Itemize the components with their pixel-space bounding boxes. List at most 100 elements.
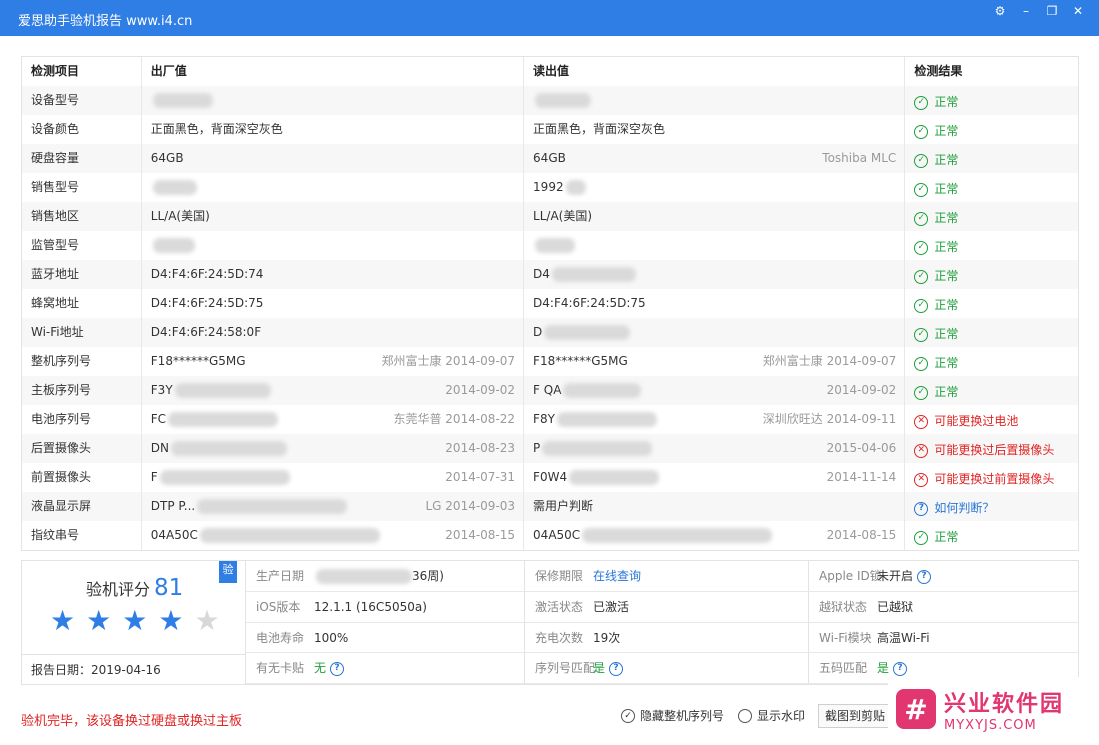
table-row: 设备型号 ✓ 正常 — [22, 86, 1078, 115]
summary-value: 12.1.1 (16C5050a) — [314, 599, 427, 614]
factory-note: 郑州富士康 2014-09-07 — [381, 354, 516, 368]
summary-cell: 激活状态 已激活 — [525, 591, 809, 623]
minimize-icon[interactable]: – — [1015, 2, 1037, 20]
row-result[interactable]: ? 如何判断？ — [905, 492, 1078, 521]
result-indicator: ✓ 正常 — [914, 233, 958, 260]
result-text: 正常 — [934, 124, 959, 138]
star-icon: ★ — [158, 604, 184, 637]
row-result: ✓ 正常 — [905, 144, 1078, 173]
table-row: 监管型号 ✓ 正常 — [22, 231, 1078, 260]
star-icon: ★ — [50, 604, 76, 637]
row-read-value: 正面黑色，背面深空灰色 — [524, 115, 906, 144]
row-item: 蜂窝地址 — [22, 289, 142, 318]
row-item: 硬盘容量 — [22, 144, 142, 173]
result-text[interactable]: 如何判断？ — [934, 494, 994, 521]
watermark-checkbox[interactable]: 显示水印 — [738, 707, 805, 724]
result-indicator: ✓ 正常 — [914, 349, 958, 376]
read-text: P — [533, 441, 541, 455]
result-indicator: ✓ 正常 — [914, 262, 958, 289]
row-factory-value: F 2014-07-31 — [142, 463, 525, 492]
redacted-mask — [171, 441, 287, 456]
redacted-mask — [535, 93, 592, 108]
factory-text: LL/A(美国) — [150, 209, 210, 223]
summary-cell: 有无卡贴无? — [246, 653, 525, 684]
result-text: 可能更换过后置摄像头 — [934, 443, 1055, 457]
result-indicator: ✓ 正常 — [914, 523, 958, 550]
help-icon[interactable]: ? — [917, 569, 932, 584]
hide-serial-checkbox[interactable]: ✓ 隐藏整机序列号 — [621, 707, 724, 724]
summary-key: 五码匹配 — [819, 661, 868, 676]
row-factory-value: D4:F4:6F:24:5D:74 — [142, 260, 525, 289]
score-value: 81 — [154, 575, 184, 601]
result-text: 正常 — [934, 269, 959, 283]
close-icon[interactable]: ✕ — [1067, 2, 1089, 20]
x-circle-icon: ✕ — [914, 414, 929, 429]
window-title: 爱思助手验机报告 www.i4.cn — [18, 14, 193, 29]
table-row: 销售型号 1992 ✓ 正常 — [22, 173, 1078, 202]
factory-text: 正面黑色，背面深空灰色 — [150, 122, 283, 136]
check-circle-icon: ✓ — [914, 153, 929, 168]
factory-text: 04A50C — [150, 528, 198, 542]
site-watermark: # 兴业软件园 MYXYJS.COM — [888, 677, 1094, 741]
site-watermark-en: MYXYJS.COM — [944, 717, 1037, 733]
hide-serial-check-icon[interactable]: ✓ — [621, 708, 635, 723]
read-text: 64GB — [533, 151, 566, 165]
check-circle-icon: ✓ — [914, 182, 929, 197]
row-factory-value — [142, 173, 525, 202]
table-row: 蓝牙地址 D4:F4:6F:24:5D:74 D4 ✓ 正常 — [22, 260, 1078, 289]
star-icon: ★ — [86, 604, 112, 637]
check-circle-icon: ✓ — [914, 95, 929, 110]
redacted-mask — [556, 412, 657, 427]
site-logo-icon: # — [896, 689, 936, 729]
help-icon[interactable]: ? — [893, 661, 908, 676]
hide-serial-label: 隐藏整机序列号 — [640, 709, 725, 723]
row-result: ✓ 正常 — [905, 289, 1078, 318]
question-circle-icon: ? — [914, 501, 929, 516]
summary-cell: 越狱状态 已越狱 — [809, 591, 1078, 623]
table-row: 液晶显示屏 DTP P... LG 2014-09-03 需用户判断? 如何判断？ — [22, 492, 1078, 521]
summary-key: Apple ID锁 — [819, 569, 882, 583]
summary-key: 越狱状态 — [819, 599, 868, 614]
header-item: 检测项目 — [22, 57, 142, 86]
factory-text: F3Y — [150, 383, 173, 397]
factory-text: F18******G5MG — [150, 354, 246, 368]
row-result: ✓ 正常 — [905, 260, 1078, 289]
table-body: 设备型号 ✓ 正常 设备颜色 正面黑色，背面深空灰色 正面黑色，背面深空灰色 ✓ 正常 硬盘容量… — [22, 86, 1078, 550]
row-result: ✓ 正常 — [905, 115, 1078, 144]
row-item: 销售型号 — [22, 173, 142, 202]
row-read-value: F8Y 深圳欣旺达 2014-09-11 — [524, 405, 906, 434]
watermark-label: 显示水印 — [757, 709, 806, 723]
help-icon[interactable]: ? — [330, 661, 345, 676]
row-read-value: D — [524, 318, 906, 347]
site-watermark-cn: 兴业软件园 — [944, 691, 1065, 717]
summary-value: 已激活 — [593, 599, 630, 614]
copy-screenshot-button[interactable]: 截图到剪贴 — [818, 704, 893, 728]
watermark-check-icon[interactable] — [738, 708, 752, 723]
read-text: F8Y — [533, 412, 555, 426]
row-read-value — [524, 86, 906, 115]
check-circle-icon: ✓ — [914, 298, 929, 313]
settings-icon[interactable]: ⚙ — [989, 2, 1011, 20]
result-indicator[interactable]: ? 如何判断？ — [914, 494, 994, 521]
summary-value: 未开启 — [877, 569, 914, 583]
row-factory-value: F3Y 2014-09-02 — [142, 376, 525, 405]
read-text: F0W4 — [533, 470, 568, 484]
row-read-value: 需用户判断 — [524, 492, 906, 521]
help-icon[interactable]: ? — [609, 661, 624, 676]
row-factory-value: LL/A(美国) — [142, 202, 525, 231]
header-factory: 出厂值 — [142, 57, 525, 86]
redacted-mask — [542, 441, 653, 456]
summary-value[interactable]: 在线查询 — [593, 569, 641, 583]
row-item: 设备型号 — [22, 86, 142, 115]
title-bar: 爱思助手验机报告 www.i4.cn ⚙ – ❐ ✕ — [0, 0, 1099, 36]
factory-text: D4:F4:6F:24:5D:75 — [150, 296, 264, 310]
restore-icon[interactable]: ❐ — [1041, 2, 1063, 20]
result-text: 正常 — [934, 298, 959, 312]
factory-text: DN — [150, 441, 169, 455]
check-circle-icon: ✓ — [914, 356, 929, 371]
read-note: 2014-11-14 — [826, 470, 897, 484]
row-item: 主板序列号 — [22, 376, 142, 405]
factory-note: 2014-08-23 — [445, 441, 516, 455]
summary-key: 充电次数 — [535, 630, 584, 645]
result-text: 正常 — [934, 327, 959, 341]
